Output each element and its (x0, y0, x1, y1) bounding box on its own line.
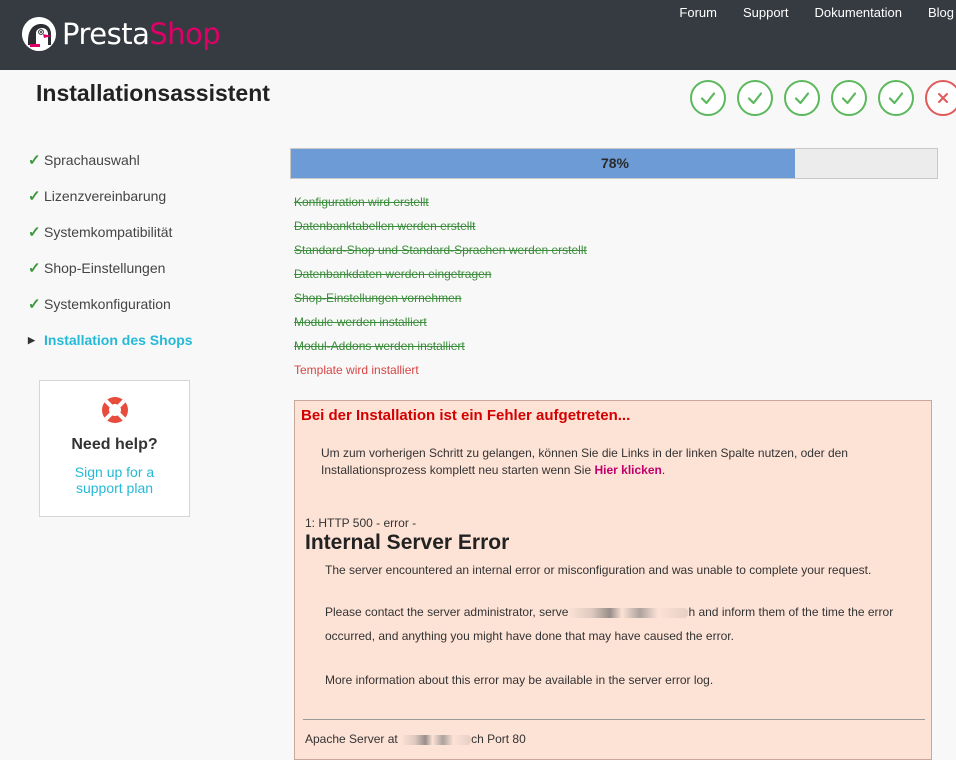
check-icon: ✓ (28, 152, 41, 169)
error-paragraph-2-start: Please contact the server administrator,… (325, 605, 569, 619)
sidebar-item-label: Sprachauswahl (44, 152, 140, 168)
error-description: Um zum vorherigen Schritt zu gelangen, k… (321, 445, 911, 479)
sidebar-item-shop-settings[interactable]: ✓ Shop-Einstellungen (28, 250, 258, 286)
check-icon (841, 92, 857, 105)
step-3-done (784, 80, 820, 116)
sidebar-item-label: Systemkompatibilität (44, 224, 173, 240)
check-icon: ✓ (28, 296, 41, 313)
sidebar-item-label: Lizenzvereinbarung (44, 188, 167, 204)
redacted-text (401, 734, 472, 745)
task-db-tables: Datenbanktabellen werden erstellt (294, 219, 476, 233)
sidebar-item-license[interactable]: ✓ Lizenzvereinbarung (28, 178, 258, 214)
close-icon (938, 93, 948, 103)
check-icon (888, 92, 904, 105)
task-config: Konfiguration wird erstellt (294, 195, 429, 209)
sidebar-item-compatibility[interactable]: ✓ Systemkompatibilität (28, 214, 258, 250)
top-header: PrestaShop Forum Support Dokumentation B… (0, 0, 956, 70)
task-modules: Module werden installiert (294, 315, 427, 329)
error-code: 1: HTTP 500 - error - (305, 516, 417, 530)
task-shop-settings: Shop-Einstellungen vornehmen (294, 291, 462, 305)
sidebar-item-system-config[interactable]: ✓ Systemkonfiguration (28, 286, 258, 322)
step-2-done (737, 80, 773, 116)
check-icon: ✓ (28, 260, 41, 277)
lifebuoy-icon (40, 395, 189, 430)
page-title: Installationsassistent (36, 80, 270, 106)
install-steps-sidebar: ✓ Sprachauswahl ✓ Lizenzvereinbarung ✓ S… (28, 142, 258, 358)
error-footer-start: Apache Server at (305, 732, 402, 746)
error-heading: Internal Server Error (305, 531, 510, 554)
arrow-right-icon: ▶ (28, 334, 35, 345)
support-plan-link[interactable]: Sign up for a support plan (40, 464, 189, 496)
error-paragraph-1: The server encountered an internal error… (325, 563, 872, 577)
step-5-done (878, 80, 914, 116)
help-box: Need help? Sign up for a support plan (39, 380, 190, 517)
nav-documentation-link[interactable]: Dokumentation (802, 5, 915, 21)
restart-link[interactable]: Hier klicken (594, 463, 661, 477)
install-progress-bar: 78% (290, 148, 938, 179)
error-paragraph-3: More information about this error may be… (325, 673, 714, 687)
error-paragraph-2: Please contact the server administrator,… (325, 600, 925, 648)
top-navigation: Forum Support Dokumentation Blog (666, 5, 956, 21)
step-indicators (690, 80, 956, 116)
nav-support-link[interactable]: Support (730, 5, 802, 21)
task-db-data: Datenbankdaten werden eingetragen (294, 267, 492, 281)
task-default-shop: Standard-Shop und Standard-Sprachen werd… (294, 243, 587, 257)
check-icon (747, 92, 763, 105)
sidebar-item-label: Systemkonfiguration (44, 296, 171, 312)
task-module-addons: Modul-Addons werden installiert (294, 339, 465, 353)
redacted-text (568, 607, 689, 618)
sidebar-item-language[interactable]: ✓ Sprachauswahl (28, 142, 258, 178)
logo-text-shop: Shop (149, 17, 221, 51)
error-divider (303, 719, 925, 720)
error-footer-end: ch Port 80 (471, 732, 526, 746)
step-4-done (831, 80, 867, 116)
help-title: Need help? (71, 436, 158, 453)
logo-text-presta: Presta (62, 17, 150, 51)
sidebar-item-label: Installation des Shops (44, 332, 193, 348)
progress-label: 78% (600, 155, 630, 171)
error-title: Bei der Installation ist ein Fehler aufg… (301, 407, 631, 424)
check-icon: ✓ (28, 188, 41, 205)
step-6-error (925, 80, 956, 116)
step-1-done (690, 80, 726, 116)
error-description-end: . (661, 463, 666, 477)
sidebar-item-label: Shop-Einstellungen (44, 260, 166, 276)
prestashop-logo[interactable]: PrestaShop (22, 14, 221, 54)
check-icon (700, 92, 716, 105)
task-template: Template wird installiert (294, 363, 419, 377)
nav-forum-link[interactable]: Forum (666, 5, 730, 21)
error-box: Bei der Installation ist ein Fehler aufg… (294, 400, 932, 760)
nav-blog-link[interactable]: Blog (915, 5, 956, 21)
error-description-text: Um zum vorherigen Schritt zu gelangen, k… (321, 446, 848, 477)
install-task-list: Konfiguration wird erstellt Datenbanktab… (294, 190, 587, 382)
puffin-logo-icon (22, 17, 56, 51)
sidebar-item-installation: ▶ Installation des Shops (28, 322, 258, 358)
logo-text: PrestaShop (62, 17, 221, 51)
check-icon (794, 92, 810, 105)
error-footer: Apache Server at ch Port 80 (305, 732, 526, 746)
check-icon: ✓ (28, 224, 41, 241)
